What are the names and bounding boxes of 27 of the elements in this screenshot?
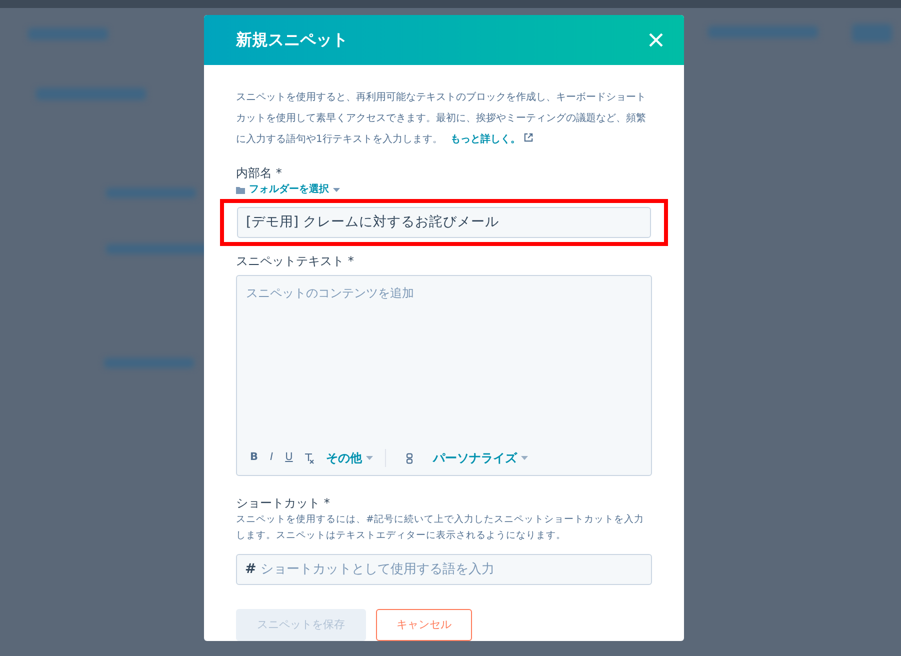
external-link-icon [524, 133, 534, 142]
name-input-field[interactable]: [デモ用] クレームに対するお詫びメール [237, 207, 651, 238]
clear-format-icon[interactable] [304, 452, 314, 464]
cancel-button[interactable]: キャンセル [376, 609, 472, 641]
blurred-text [852, 24, 892, 42]
link-icon[interactable] [406, 452, 413, 464]
shortcut-input-field[interactable]: # ショートカットとして使用する語を入力 [236, 554, 652, 585]
intro-paragraph: スニペットを使用すると、再利用可能なテキストのブロックを作成し、キーボードショートカットを使用して素早くアクセスできます。最初に、挨拶やミーティングの議題など、頻繁に入力する語句や1行テキストを入力します。 もっと詳しく。 [236, 90, 647, 147]
editor-placeholder: スニペットのコンテンツを追加 [246, 285, 415, 302]
field-label: 内部名 * [236, 165, 283, 182]
folder-select[interactable]: フォルダーを選択 [236, 182, 652, 197]
caret-icon [333, 188, 340, 192]
bold-button[interactable]: B [250, 450, 258, 466]
italic-button[interactable]: I [270, 450, 274, 466]
learn-more-link[interactable]: もっと詳しく。 [450, 134, 534, 145]
caret-icon [366, 456, 373, 460]
field-label: ショートカット * [236, 495, 331, 512]
field-label: スニペットテキスト * [236, 253, 355, 270]
snippet-text-editor[interactable]: スニペットのコンテンツを追加 B I U その他 パーソナライズ [236, 275, 652, 476]
modal-title: 新規スニペット [236, 29, 348, 51]
caret-icon [520, 456, 528, 460]
folder-icon [236, 186, 245, 194]
hash-prefix: # [245, 560, 256, 580]
toolbar-dropdown[interactable]: パーソナライズ [432, 449, 528, 467]
underline-button[interactable]: U [285, 450, 293, 466]
toolbar-dropdown[interactable]: その他 [326, 449, 373, 467]
help-text: スニペットを使用するには、#記号に続いて上で入力したスニペットショートカットを入力します。スニペットはテキストエディターに表示されるようになります。 [236, 513, 645, 543]
